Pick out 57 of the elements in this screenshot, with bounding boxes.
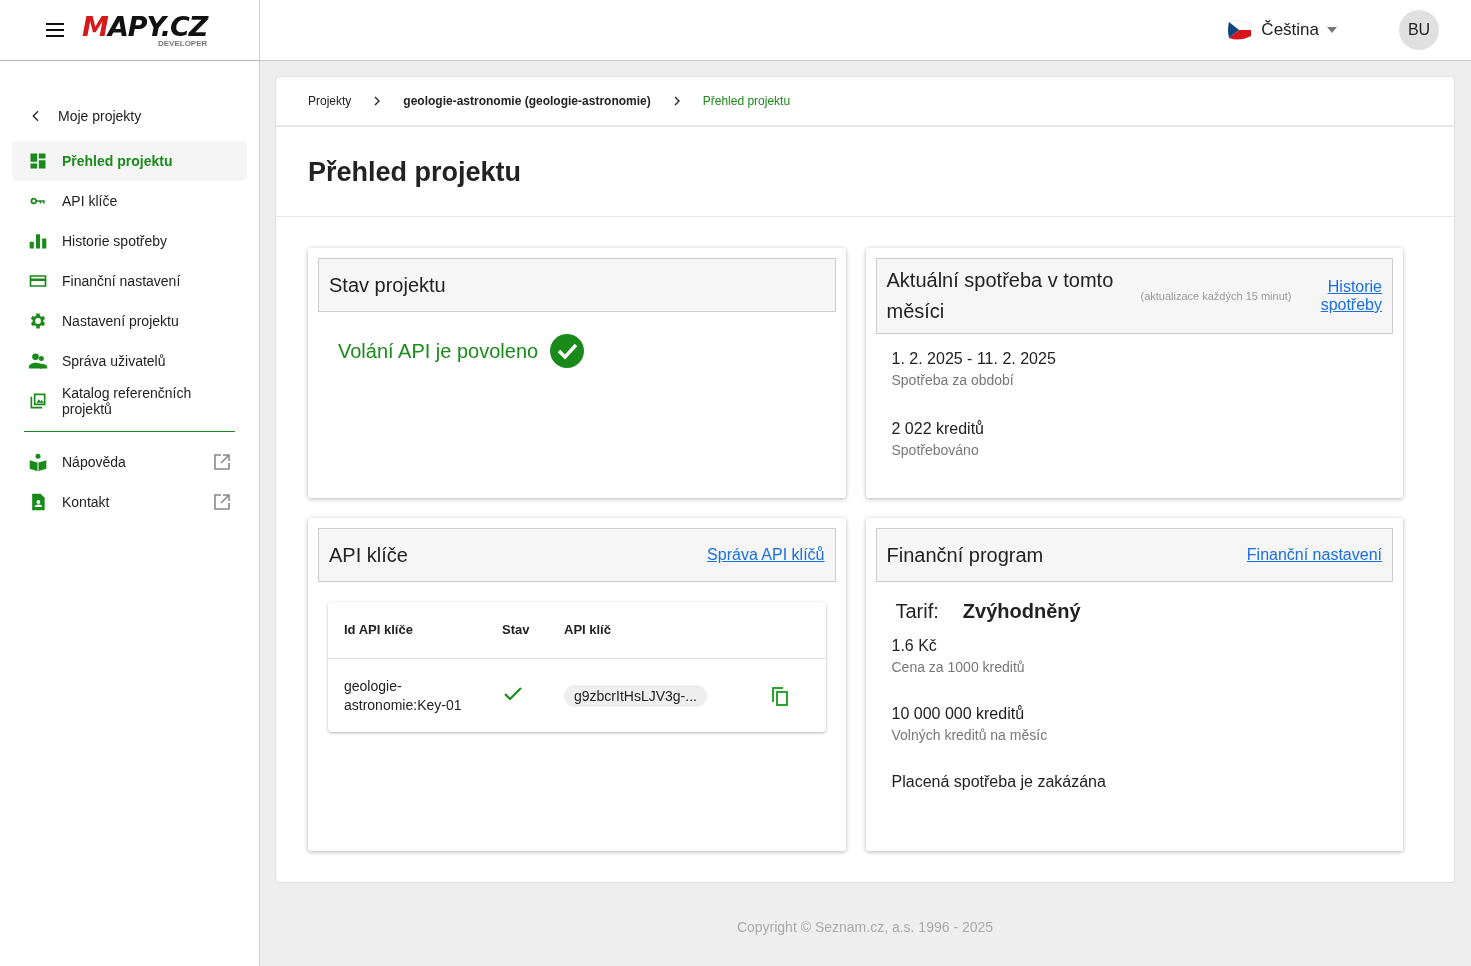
tariff-value: Zvýhodněný	[962, 600, 1081, 623]
stat-label: Spotřebováno	[891, 442, 980, 458]
stat-label: Volných kreditů na měsíc	[891, 727, 1049, 743]
api-key-chip: g9zbcrItHsLJV3g-...	[564, 684, 707, 707]
user-avatar[interactable]: BU	[1399, 10, 1439, 50]
reader-icon	[28, 452, 48, 472]
column-header: API klíč	[564, 621, 612, 639]
back-link[interactable]: Moje projekty	[12, 97, 247, 135]
bar-chart-icon	[28, 231, 48, 251]
sidebar-item[interactable]: API klíče	[12, 181, 247, 221]
history-link[interactable]: Historie spotřeby	[1312, 278, 1382, 314]
card-title: Stav projektu	[329, 272, 447, 298]
sidebar-item[interactable]: Správa uživatelů	[12, 341, 247, 381]
sidebar-item[interactable]: Nastavení projektu	[12, 301, 247, 341]
settings-icon	[28, 311, 48, 331]
chevron-right-icon	[672, 96, 681, 106]
users-icon	[28, 351, 48, 371]
external-link-icon	[213, 493, 231, 511]
page-title: Přehled projektu	[276, 127, 1454, 217]
stat-label: Spotřeba za období	[891, 372, 1015, 388]
logo[interactable]: MAPY.CZ	[82, 12, 208, 40]
breadcrumb-link[interactable]: Projekty	[308, 94, 352, 108]
finance-settings-link[interactable]: Finanční nastavení	[1246, 546, 1382, 564]
language-selector[interactable]: Čeština	[1227, 18, 1337, 42]
caret-icon	[1327, 27, 1337, 33]
external-link-icon	[213, 453, 231, 471]
breadcrumb-link[interactable]: Přehled projektu	[702, 94, 791, 108]
stat-value: 1.6 Kč	[891, 637, 938, 655]
paid-usage-note: Placená spotřeba je zakázána	[890, 773, 1107, 791]
dashboard-icon	[28, 151, 48, 171]
chevron-right-icon	[373, 96, 382, 106]
column-header: Stav	[502, 621, 531, 639]
status-message: Volání API je povoleno	[338, 339, 539, 363]
flag-icon	[1227, 18, 1254, 42]
stat-value: 1. 2. 2025 - 11. 2. 2025	[891, 350, 1057, 368]
card-title: Aktuální spotřeba v tomto měsíci	[886, 268, 1115, 324]
sidebar-item[interactable]: Přehled projektu	[12, 141, 247, 181]
card-title: Finanční program	[886, 542, 1045, 568]
stat-label: Cena za 1000 kreditů	[891, 659, 1026, 675]
card-title: API klíče	[329, 542, 409, 568]
copyright-text: Copyright © Seznam.cz, a.s. 1996 - 2025	[735, 919, 995, 935]
sidebar-item[interactable]: Katalog referenčních projektů	[12, 381, 247, 421]
sidebar-item[interactable]: Kontakt	[12, 482, 247, 522]
image-gallery-icon	[28, 391, 48, 411]
update-note: (aktualizace každých 15 minut)	[1140, 290, 1293, 302]
table-cell-text: geologie-astronomie:Key-01	[344, 676, 463, 715]
menu-icon[interactable]	[46, 23, 64, 37]
sidebar-item[interactable]: Finanční nastavení	[12, 261, 247, 301]
sidebar-item[interactable]: Historie spotřeby	[12, 221, 247, 261]
stat-value: 2 022 kreditů	[891, 420, 985, 438]
breadcrumb-link[interactable]: geologie-astronomie (geologie-astronomie)	[403, 94, 651, 108]
tariff-label: Tarif:	[895, 600, 939, 623]
stat-value: 10 000 000 kreditů	[891, 705, 1026, 723]
logo-subtitle: DEVELOPER	[157, 39, 208, 48]
sidebar-item[interactable]: Nápověda	[12, 442, 247, 482]
manage-keys-link[interactable]: Správa API klíčů	[707, 546, 825, 564]
column-header: Id API klíče	[344, 621, 414, 639]
